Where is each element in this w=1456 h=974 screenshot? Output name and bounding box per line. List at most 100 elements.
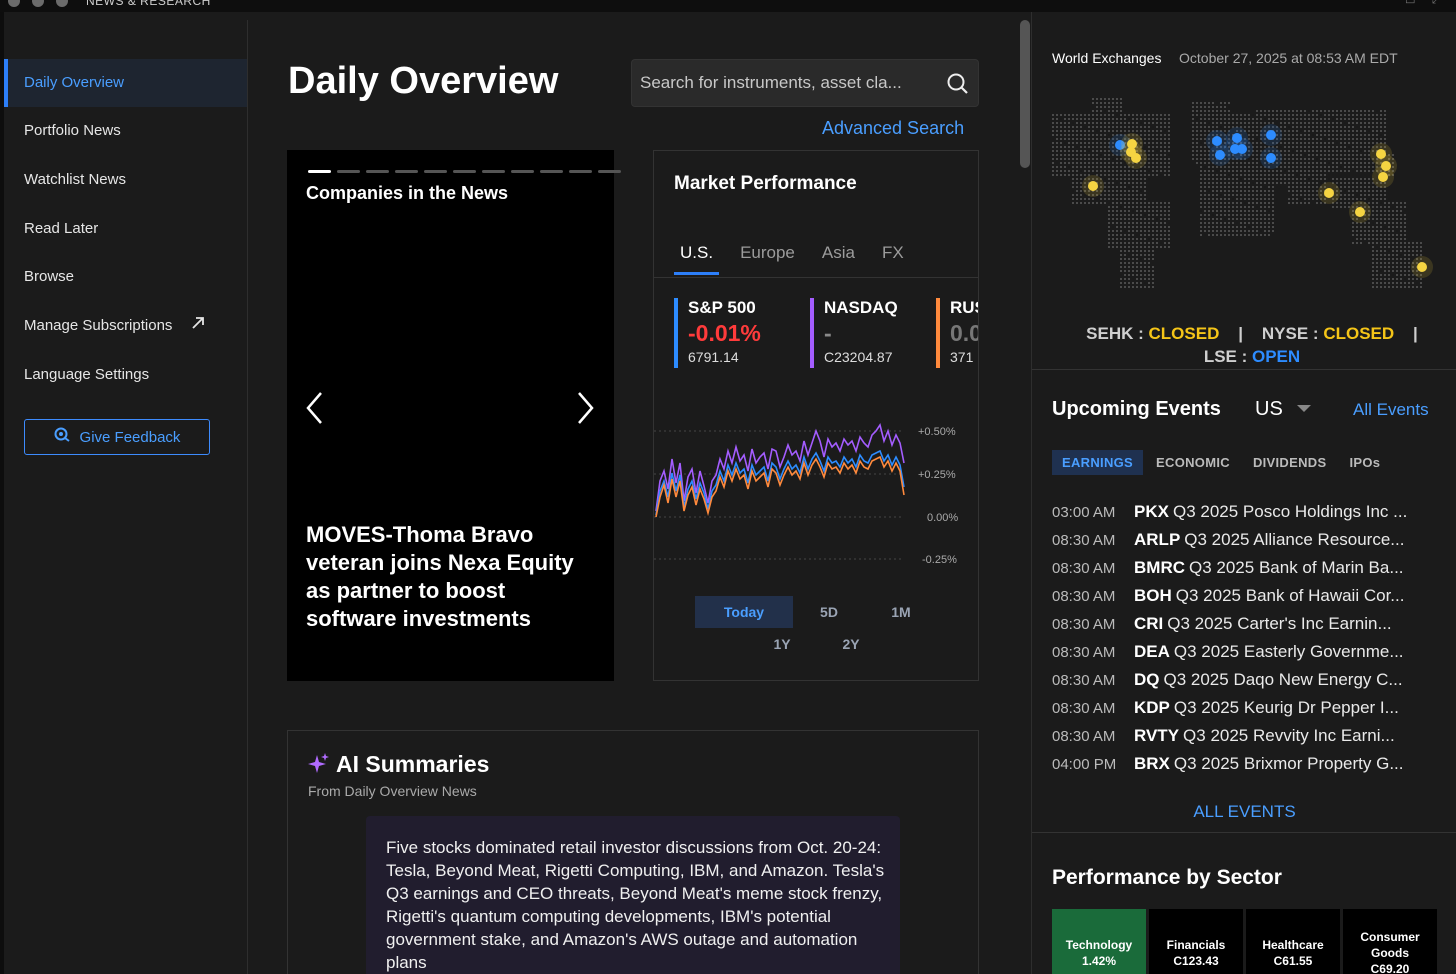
event-row[interactable]: 08:30 AM BOH Q3 2025 Bank of Hawaii Cor...	[1052, 582, 1452, 610]
event-row[interactable]: 03:00 AM PKX Q3 2025 Posco Holdings Inc ..…	[1052, 498, 1452, 526]
sidebar-item-label: Language Settings	[24, 366, 150, 383]
event-row[interactable]: 08:30 AM DQ Q3 2025 Daqo New Energy C...	[1052, 666, 1452, 694]
sector-tile-consumer-goods[interactable]: Consumer Goods C69.20	[1343, 909, 1437, 974]
sidebar-item-label: Read Later	[24, 220, 99, 237]
search-box[interactable]	[631, 59, 979, 107]
event-row[interactable]: 08:30 AM CRI Q3 2025 Carter's Inc Earnin..…	[1052, 610, 1452, 638]
tab-europe[interactable]: Europe	[734, 243, 801, 275]
main-content: Daily Overview Advanced Search Companies…	[249, 12, 1019, 974]
period-1m[interactable]: 1M	[876, 596, 926, 628]
event-time: 04:00 PM	[1052, 756, 1117, 773]
event-time: 08:30 AM	[1052, 728, 1116, 745]
index-change: 0.0	[950, 320, 979, 346]
main-scrollbar[interactable]	[1019, 12, 1031, 974]
zoom-window-button[interactable]	[56, 0, 68, 7]
tab-ipos[interactable]: IPOs	[1339, 450, 1390, 475]
scrollbar-thumb[interactable]	[1020, 20, 1030, 168]
event-row[interactable]: 08:30 AM RVTY Q3 2025 Revvity Inc Earni...	[1052, 722, 1452, 750]
event-time: 08:30 AM	[1052, 560, 1116, 577]
event-row[interactable]: 04:00 PM BRX Q3 2025 Brixmor Property G...	[1052, 750, 1452, 778]
exchange-status: SEHK : CLOSED | NYSE : CLOSED | LSE : OP…	[1086, 324, 1418, 366]
expand-icon[interactable]: ⤢	[1432, 0, 1441, 7]
tab-us[interactable]: U.S.	[674, 243, 720, 275]
sector-tile-healthcare[interactable]: Healthcare C61.55	[1246, 909, 1340, 974]
exchange-marker[interactable]	[1266, 153, 1276, 163]
carousel-dot[interactable]	[569, 170, 592, 173]
exchange-marker[interactable]	[1355, 207, 1365, 217]
all-events-link[interactable]: All Events	[1353, 400, 1429, 420]
tab-asia[interactable]: Asia	[816, 243, 861, 275]
period-5d[interactable]: 5D	[804, 596, 854, 628]
period-2y[interactable]: 2Y	[826, 628, 876, 660]
carousel-dot[interactable]	[482, 170, 505, 173]
sector-tile-financials[interactable]: Financials C123.43	[1149, 909, 1243, 974]
event-row[interactable]: 08:30 AM DEA Q3 2025 Easterly Governme...	[1052, 638, 1452, 666]
index-name: S&P 500	[688, 298, 756, 317]
carousel-dot[interactable]	[598, 170, 621, 173]
chevron-down-icon[interactable]	[1297, 405, 1311, 412]
sidebar-item-daily-overview[interactable]: Daily Overview	[4, 59, 247, 107]
sidebar-item-browse[interactable]: Browse	[4, 253, 247, 301]
search-input[interactable]	[640, 72, 940, 94]
carousel-headline[interactable]: MOVES-Thoma Bravo veteran joins Nexa Equ…	[306, 521, 596, 633]
event-row[interactable]: 08:30 AM KDP Q3 2025 Keurig Dr Pepper I...	[1052, 694, 1452, 722]
exchange-marker[interactable]	[1266, 130, 1276, 140]
exchange-status-value: CLOSED	[1323, 324, 1395, 343]
event-time: 08:30 AM	[1052, 532, 1116, 549]
tab-fx[interactable]: FX	[876, 243, 910, 275]
market-line-chart: +0.50% +0.25% 0.00% -0.25%	[654, 423, 958, 566]
tab-dividends[interactable]: DIVIDENDS	[1243, 450, 1337, 475]
carousel-dot[interactable]	[308, 170, 331, 173]
sidebar-item-watchlist-news[interactable]: Watchlist News	[4, 156, 247, 204]
sector-tile-technology[interactable]: Technology 1.42%	[1052, 909, 1146, 974]
carousel-dot[interactable]	[540, 170, 563, 173]
carousel-dot[interactable]	[337, 170, 360, 173]
tab-earnings[interactable]: EARNINGS	[1052, 450, 1144, 475]
exchange-marker[interactable]	[1324, 188, 1334, 198]
event-description: Q3 2025 Bank of Hawaii Cor...	[1175, 586, 1405, 605]
index-russell[interactable]: RUSSELL 0.0 371	[936, 298, 979, 368]
search-icon[interactable]	[946, 72, 970, 101]
sparkle-icon	[308, 753, 330, 780]
exchange-marker[interactable]	[1237, 144, 1247, 154]
exchange-marker[interactable]	[1126, 147, 1136, 157]
event-description: Q3 2025 Daqo New Energy C...	[1163, 670, 1403, 689]
exchange-marker[interactable]	[1378, 172, 1388, 182]
index-name: RUSSELL	[950, 298, 978, 317]
exchange-marker[interactable]	[1088, 181, 1098, 191]
tab-economic[interactable]: ECONOMIC	[1146, 450, 1240, 475]
index-name: NASDAQ	[824, 298, 898, 317]
advanced-search-link[interactable]: Advanced Search	[822, 118, 964, 139]
news-carousel: Companies in the News MOVES-Thoma Bravo …	[287, 150, 621, 681]
period-today[interactable]: Today	[695, 596, 793, 628]
region-select[interactable]: US	[1255, 398, 1283, 421]
all-events-button[interactable]: ALL EVENTS	[1032, 802, 1456, 822]
event-row[interactable]: 08:30 AM ARLP Q3 2025 Alliance Resource...	[1052, 526, 1452, 554]
chevron-right-icon[interactable]	[575, 390, 595, 431]
event-ticker: DQ	[1134, 670, 1160, 689]
event-row[interactable]: 08:30 AM BMRC Q3 2025 Bank of Marin Ba...	[1052, 554, 1452, 582]
index-value: C23204.87	[824, 349, 893, 365]
event-ticker: PKX	[1134, 502, 1169, 521]
carousel-dot[interactable]	[511, 170, 534, 173]
sidebar-item-portfolio-news[interactable]: Portfolio News	[4, 107, 247, 155]
exchange-marker[interactable]	[1417, 262, 1427, 272]
sidebar-item-read-later[interactable]: Read Later	[4, 205, 247, 253]
ai-summary-box[interactable]: Five stocks dominated retail investor di…	[366, 816, 900, 974]
period-1y[interactable]: 1Y	[757, 628, 807, 660]
chevron-left-icon[interactable]	[305, 390, 325, 431]
close-window-button[interactable]	[8, 0, 20, 7]
event-description: Q3 2025 Bank of Marin Ba...	[1189, 558, 1404, 577]
carousel-dot[interactable]	[453, 170, 476, 173]
index-nasdaq[interactable]: NASDAQ - C23204.87	[810, 298, 898, 368]
chat-icon[interactable]: ▭	[1405, 0, 1415, 7]
give-feedback-button[interactable]: Give Feedback	[24, 419, 210, 455]
minimize-window-button[interactable]	[32, 0, 44, 7]
exchange-marker[interactable]	[1215, 150, 1225, 160]
sidebar-item-manage-subscriptions[interactable]: Manage Subscriptions	[4, 302, 247, 350]
carousel-dot[interactable]	[366, 170, 389, 173]
carousel-dot[interactable]	[424, 170, 447, 173]
carousel-dot[interactable]	[395, 170, 418, 173]
sidebar-item-language-settings[interactable]: Language Settings	[4, 351, 247, 399]
index-sp500[interactable]: S&P 500 -0.01% 6791.14	[674, 298, 761, 368]
